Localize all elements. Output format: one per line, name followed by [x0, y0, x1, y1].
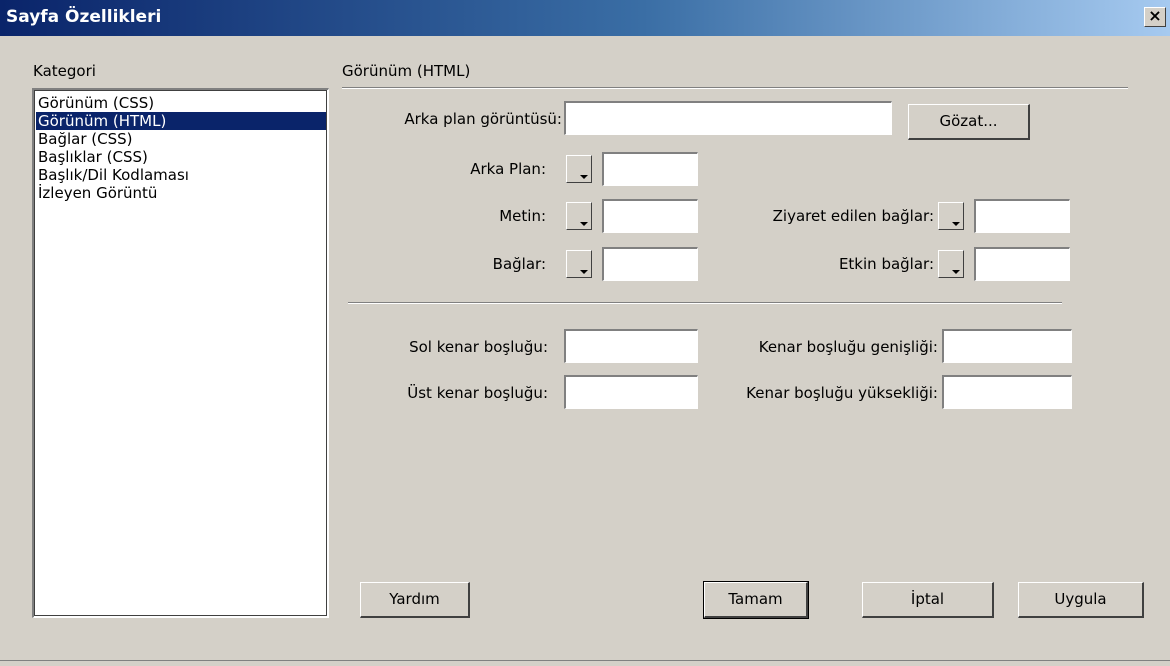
visited-links-field[interactable] — [974, 199, 1070, 233]
text-color-field[interactable] — [602, 199, 698, 233]
bg-color-field[interactable] — [602, 152, 698, 186]
visited-links-input[interactable] — [976, 201, 1069, 232]
category-list[interactable]: Görünüm (CSS) Görünüm (HTML) Bağlar (CSS… — [32, 88, 329, 618]
active-links-input[interactable] — [976, 249, 1069, 280]
text-color-label: Metin: — [499, 207, 546, 225]
bg-color-input[interactable] — [604, 154, 697, 185]
close-button[interactable]: × — [1144, 7, 1166, 27]
category-item-tracing-image[interactable]: İzleyen Görüntü — [36, 184, 326, 202]
help-button[interactable]: Yardım — [360, 582, 470, 618]
bg-color-label: Arka Plan: — [470, 160, 546, 178]
chevron-down-icon — [952, 222, 960, 226]
category-item-headings-css[interactable]: Başlıklar (CSS) — [36, 148, 326, 166]
text-color-picker[interactable] — [566, 202, 592, 230]
links-color-label: Bağlar: — [492, 255, 546, 273]
bg-color-picker[interactable] — [566, 155, 592, 183]
chevron-down-icon — [580, 175, 588, 179]
margin-width-input[interactable] — [944, 331, 1071, 362]
left-margin-input[interactable] — [566, 331, 697, 362]
text-color-input[interactable] — [604, 201, 697, 232]
panel-title: Görünüm (HTML) — [342, 62, 471, 80]
visited-links-label: Ziyaret edilen bağlar: — [772, 207, 934, 225]
margin-width-field[interactable] — [942, 329, 1072, 363]
bg-image-label: Arka plan görüntüsü: — [404, 110, 562, 128]
title-bar[interactable] — [0, 0, 1170, 36]
close-icon: × — [1148, 6, 1162, 25]
margin-height-label: Kenar boşluğu yüksekliği: — [746, 384, 938, 402]
dialog-bottom-edge — [0, 660, 1170, 661]
top-margin-label: Üst kenar boşluğu: — [407, 384, 548, 402]
section-divider — [348, 302, 1062, 304]
bg-image-input[interactable] — [566, 103, 891, 134]
category-label: Kategori — [33, 62, 96, 80]
chevron-down-icon — [580, 270, 588, 274]
active-links-label: Etkin bağlar: — [838, 255, 934, 273]
category-item-title-encoding[interactable]: Başlık/Dil Kodlaması — [36, 166, 326, 184]
links-color-picker[interactable] — [566, 250, 592, 278]
active-links-color-picker[interactable] — [938, 250, 964, 278]
window-title: Sayfa Özellikleri — [6, 7, 162, 27]
left-margin-label: Sol kenar boşluğu: — [409, 338, 548, 356]
apply-button[interactable]: Uygula — [1018, 582, 1144, 618]
top-margin-input[interactable] — [566, 377, 697, 408]
cancel-button[interactable]: İptal — [862, 582, 994, 618]
ok-button[interactable]: Tamam — [703, 581, 809, 619]
margin-height-field[interactable] — [942, 375, 1072, 409]
bg-image-field[interactable] — [564, 101, 892, 135]
top-margin-field[interactable] — [564, 375, 698, 409]
links-color-input[interactable] — [604, 249, 697, 280]
chevron-down-icon — [580, 222, 588, 226]
category-item-appearance-html[interactable]: Görünüm (HTML) — [36, 112, 326, 130]
category-item-appearance-css[interactable]: Görünüm (CSS) — [36, 94, 326, 112]
visited-links-color-picker[interactable] — [938, 202, 964, 230]
browse-button[interactable]: Gözat... — [908, 104, 1030, 140]
links-color-field[interactable] — [602, 247, 698, 281]
left-margin-field[interactable] — [564, 329, 698, 363]
margin-width-label: Kenar boşluğu genişliği: — [758, 338, 938, 356]
margin-height-input[interactable] — [944, 377, 1071, 408]
category-item-links-css[interactable]: Bağlar (CSS) — [36, 130, 326, 148]
chevron-down-icon — [952, 270, 960, 274]
panel-title-divider — [342, 87, 1128, 89]
active-links-field[interactable] — [974, 247, 1070, 281]
